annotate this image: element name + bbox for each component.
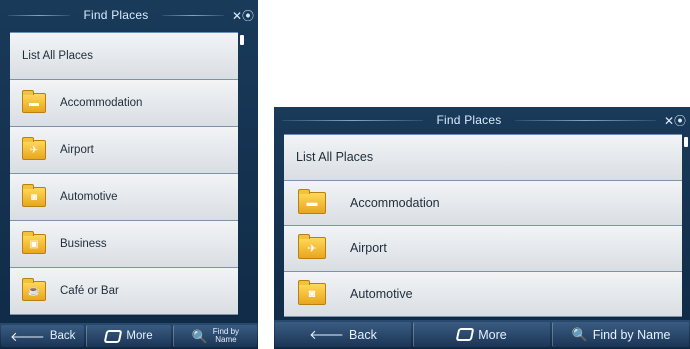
find-places-screen-portrait: Find Places ✕⦿ List All Places ▬ Accommo… <box>0 0 258 349</box>
list-item-label: Automotive <box>60 191 118 203</box>
list-item-all-places[interactable]: List All Places <box>10 33 238 80</box>
search-icon: 🔍 <box>571 327 588 342</box>
scrollbar[interactable] <box>240 35 244 45</box>
list-item-label: Accommodation <box>60 97 143 109</box>
airplane-icon: ✈ <box>298 234 326 260</box>
list-item-accommodation[interactable]: ▬ Accommodation <box>284 180 682 226</box>
list-item-cafe-or-bar[interactable]: ☕ Café or Bar <box>10 268 238 315</box>
arrow-left-icon: 🡐 <box>9 328 45 344</box>
list-item-label: Accommodation <box>350 195 440 210</box>
list-item-business[interactable]: ▣ Business <box>10 221 238 268</box>
gps-status-icon[interactable]: ✕⦿ <box>232 7 254 24</box>
bottom-toolbar: 🡐 Back More 🔍 Find by Name <box>274 320 690 349</box>
airplane-icon: ✈ <box>22 137 46 160</box>
list-item-airport[interactable]: ✈ Airport <box>10 127 238 174</box>
back-label: Back <box>49 330 76 342</box>
more-label: More <box>478 327 507 342</box>
places-list: List All Places ▬ Accommodation ✈ Airpor… <box>284 134 688 318</box>
find-places-screen-landscape: Find Places ✕⦿ List All Places ▬ Accommo… <box>274 107 690 349</box>
briefcase-icon: ▣ <box>22 231 46 254</box>
bed-icon: ▬ <box>298 188 326 214</box>
back-label: Back <box>349 327 377 342</box>
list-item-label: Business <box>60 238 107 250</box>
more-icon <box>104 329 123 343</box>
list-item-label: List All Places <box>296 150 374 165</box>
more-label: More <box>126 330 153 342</box>
find-label: Find by Name <box>592 327 671 342</box>
bed-icon: ▬ <box>22 90 46 113</box>
car-icon: ◙ <box>22 184 46 207</box>
find-by-name-button[interactable]: 🔍 Find by Name <box>172 325 257 347</box>
title-bar: Find Places ✕⦿ <box>274 107 690 133</box>
list-item-airport[interactable]: ✈ Airport <box>284 226 682 272</box>
page-title: Find Places <box>83 8 149 22</box>
scrollbar[interactable] <box>684 137 688 147</box>
title-line-left <box>8 14 70 16</box>
list-item-label: Airport <box>350 241 387 256</box>
title-line-right <box>162 14 224 16</box>
list-item-automotive[interactable]: ◙ Automotive <box>284 271 682 317</box>
title-line-right <box>515 119 656 121</box>
list-item-all-places[interactable]: List All Places <box>284 135 682 181</box>
page-title: Find Places <box>436 113 502 127</box>
search-icon: 🔍 <box>191 328 208 344</box>
back-button[interactable]: 🡐 Back <box>275 322 411 347</box>
places-list: List All Places ▬ Accommodation ✈ Airpor… <box>10 32 244 317</box>
cup-icon: ☕ <box>22 278 46 301</box>
gps-status-icon[interactable]: ✕⦿ <box>664 112 686 129</box>
list-item-label: Café or Bar <box>60 285 119 297</box>
more-icon <box>455 328 475 341</box>
list-item-label: List All Places <box>22 50 93 62</box>
find-label-line2: Name <box>215 335 237 344</box>
list-item-automotive[interactable]: ◙ Automotive <box>10 174 238 221</box>
more-button[interactable]: More <box>413 322 550 347</box>
find-label: Find by Name <box>213 328 239 344</box>
find-by-name-button[interactable]: 🔍 Find by Name <box>552 322 689 347</box>
list-item-label: Airport <box>60 144 94 156</box>
arrow-left-icon: 🡐 <box>309 327 345 342</box>
car-icon: ◙ <box>298 279 326 305</box>
bottom-toolbar: 🡐 Back More 🔍 Find by Name <box>0 323 258 349</box>
more-button[interactable]: More <box>86 325 171 347</box>
back-button[interactable]: 🡐 Back <box>1 325 85 347</box>
list-item-label: Automotive <box>350 286 413 301</box>
list-item-accommodation[interactable]: ▬ Accommodation <box>10 80 238 127</box>
title-line-left <box>282 119 423 121</box>
title-bar: Find Places ✕⦿ <box>0 0 258 30</box>
